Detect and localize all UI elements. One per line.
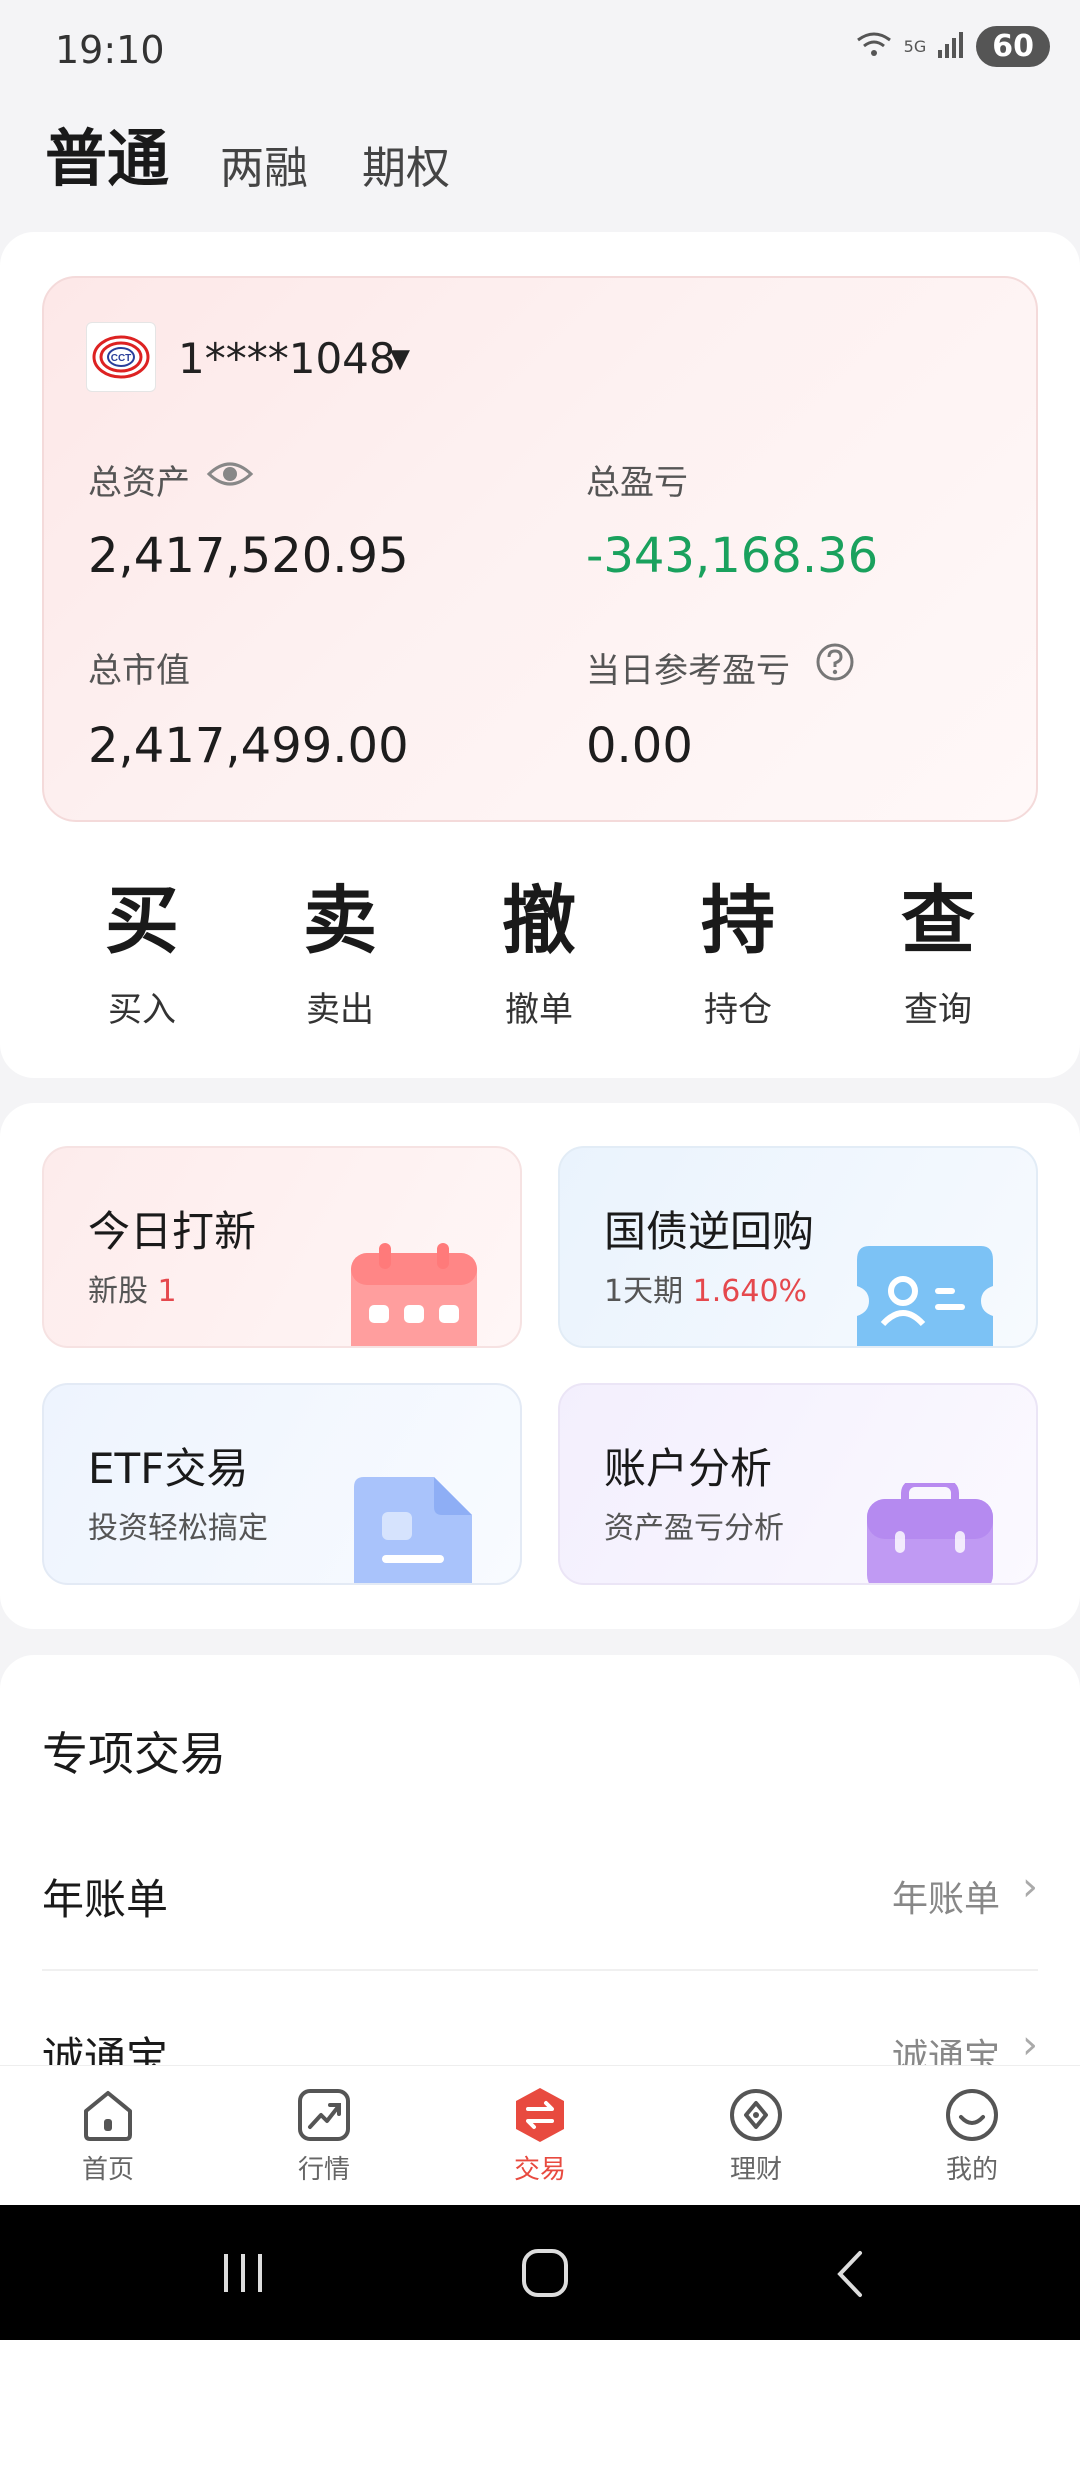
- status-time: 19:10: [55, 28, 165, 72]
- system-navigation-bar: [0, 2205, 1080, 2340]
- nav-market-label: 行情: [297, 2155, 350, 2185]
- positions-label: 持仓: [704, 990, 772, 1030]
- etf-card[interactable]: ETF交易 投资轻松搞定: [42, 1383, 522, 1585]
- briefcase-icon: [867, 1483, 993, 1583]
- cancel-order-label: 撤单: [505, 990, 573, 1030]
- chevron-right-icon[interactable]: ›: [1022, 2022, 1038, 2068]
- trade-exchange-icon: [516, 2088, 564, 2142]
- query-label: 查询: [904, 990, 972, 1030]
- account-analysis-title: 账户分析: [604, 1444, 773, 1493]
- total-assets-value: 2,417,520.95: [88, 528, 409, 584]
- total-pnl-value: -343,168.36: [586, 528, 879, 584]
- svg-text:CCT: CCT: [111, 353, 132, 364]
- buy-label: 买入: [108, 990, 176, 1030]
- eye-icon[interactable]: [206, 454, 254, 498]
- broker-logo: CCT: [86, 322, 156, 392]
- sell-label: 卖出: [306, 990, 374, 1030]
- signal-icon: [936, 30, 966, 64]
- nav-market[interactable]: 行情: [264, 2085, 384, 2186]
- nav-mine[interactable]: 我的: [912, 2085, 1032, 2186]
- account-number[interactable]: 1****1048: [178, 334, 396, 383]
- nav-wealth-label: 理财: [729, 2155, 782, 2185]
- total-assets-label: 总资产: [88, 463, 190, 503]
- recent-apps-icon[interactable]: [218, 2250, 268, 2296]
- account-analysis-subtitle: 资产盈亏分析: [604, 1511, 784, 1546]
- tab-margin-trading[interactable]: 两融: [220, 132, 308, 196]
- back-icon[interactable]: [830, 2249, 870, 2299]
- special-trading-title: 专项交易: [42, 1727, 226, 1781]
- total-pnl-label: 总盈亏: [586, 463, 688, 503]
- calendar-icon: [351, 1243, 477, 1346]
- ipo-title: 今日打新: [88, 1207, 257, 1256]
- reverse-repo-title: 国债逆回购: [604, 1207, 815, 1256]
- home-button-icon[interactable]: [520, 2247, 570, 2299]
- network-type: 5G: [903, 36, 927, 56]
- market-value-value: 2,417,499.00: [88, 718, 409, 774]
- ipo-card[interactable]: 今日打新 新股 1: [42, 1146, 522, 1348]
- wealth-compass-icon: [730, 2089, 782, 2141]
- nav-wealth[interactable]: 理财: [696, 2085, 816, 2186]
- battery-indicator: 60: [976, 26, 1050, 67]
- daily-pnl-label: 当日参考盈亏: [586, 651, 790, 691]
- ipo-count: 1: [157, 1274, 177, 1309]
- document-icon: [354, 1477, 472, 1583]
- etf-subtitle: 投资轻松搞定: [88, 1511, 268, 1546]
- query-icon: 查: [901, 878, 975, 964]
- nav-home[interactable]: 首页: [48, 2085, 168, 2186]
- account-analysis-card[interactable]: 账户分析 资产盈亏分析: [558, 1383, 1038, 1585]
- tab-normal[interactable]: 普通: [45, 108, 169, 198]
- nav-mine-label: 我的: [945, 2155, 998, 2185]
- tab-options[interactable]: 期权: [362, 132, 450, 196]
- positions-button[interactable]: 持 持仓: [673, 880, 803, 1031]
- reverse-repo-subtitle: 1天期 1.640%: [604, 1274, 808, 1309]
- query-button[interactable]: 查 查询: [873, 880, 1003, 1031]
- annual-bill-link[interactable]: 年账单: [892, 1870, 1000, 1922]
- sell-button[interactable]: 卖 卖出: [275, 880, 405, 1031]
- home-icon: [84, 2091, 132, 2141]
- positions-icon: 持: [701, 878, 775, 964]
- nav-home-label: 首页: [81, 2155, 134, 2185]
- buy-button[interactable]: 买 买入: [77, 880, 207, 1031]
- smile-profile-icon: [946, 2089, 998, 2141]
- cancel-order-button[interactable]: 撤 撤单: [474, 880, 604, 1031]
- caret-down-icon[interactable]: ▼: [390, 344, 410, 374]
- reverse-repo-rate: 1.640%: [692, 1274, 808, 1309]
- nav-trade[interactable]: 交易: [480, 2085, 600, 2186]
- reverse-repo-card[interactable]: 国债逆回购 1天期 1.640%: [558, 1146, 1038, 1348]
- annual-bill-label[interactable]: 年账单: [42, 1866, 168, 1927]
- daily-pnl-value: 0.00: [586, 718, 693, 774]
- cancel-order-icon: 撤: [502, 878, 576, 964]
- ticket-icon: [857, 1246, 993, 1346]
- ipo-subtitle: 新股 1: [88, 1274, 177, 1309]
- market-chart-icon: [298, 2089, 350, 2141]
- status-icons: 5G 60: [854, 26, 1050, 67]
- chevron-right-icon[interactable]: ›: [1022, 1864, 1038, 1910]
- wifi-icon: [854, 30, 894, 64]
- help-icon[interactable]: [815, 642, 855, 686]
- divider: [42, 1969, 1038, 1971]
- market-value-label: 总市值: [88, 651, 190, 691]
- nav-trade-label: 交易: [513, 2155, 566, 2185]
- sell-icon: 卖: [303, 878, 377, 964]
- etf-title: ETF交易: [88, 1444, 249, 1493]
- buy-icon: 买: [105, 878, 179, 964]
